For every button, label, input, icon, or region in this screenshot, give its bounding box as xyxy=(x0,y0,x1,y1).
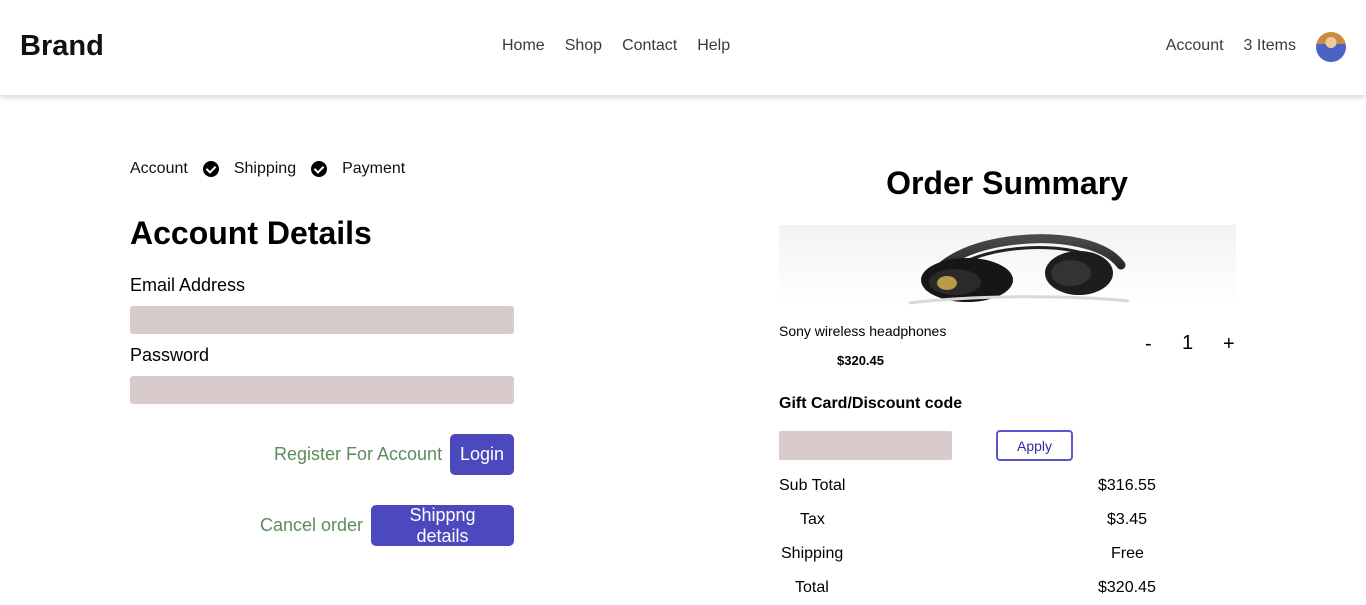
shipping-details-button[interactable]: Shippng details xyxy=(371,505,514,546)
shipping-label: Shipping xyxy=(781,545,844,562)
top-navbar: Brand Home Shop Contact Help Account 3 I… xyxy=(0,0,1366,95)
email-label: Email Address xyxy=(130,275,246,295)
shipping-value: Free xyxy=(1111,545,1144,562)
quantity-value: 1 xyxy=(1182,332,1194,354)
cart-items-link[interactable]: 3 Items xyxy=(1244,37,1296,55)
nav-home-link[interactable]: Home xyxy=(502,37,545,55)
account-details-title: Account Details xyxy=(130,215,372,251)
product-price: $320.45 xyxy=(837,353,884,368)
check-circle-icon xyxy=(311,161,328,177)
apply-code-button[interactable]: Apply xyxy=(996,430,1073,461)
total-label: Total xyxy=(795,579,829,596)
headphones-image xyxy=(779,225,1236,305)
password-label: Password xyxy=(130,345,210,365)
step-shipping: Shipping xyxy=(233,160,297,177)
cancel-order-link[interactable]: Cancel order xyxy=(260,515,363,536)
nav-contact-link[interactable]: Contact xyxy=(622,37,677,55)
check-circle-icon xyxy=(202,161,219,177)
product-name: Sony wireless headphones xyxy=(779,323,947,339)
step-account: Account xyxy=(130,160,188,177)
quantity-increase-button[interactable]: + xyxy=(1223,333,1235,356)
main-nav: Home Shop Contact Help xyxy=(502,37,730,55)
quantity-decrease-button[interactable]: - xyxy=(1145,333,1152,356)
account-link[interactable]: Account xyxy=(1166,37,1224,55)
gift-card-label: Gift Card/Discount code xyxy=(779,395,963,412)
user-avatar-icon[interactable] xyxy=(1316,32,1346,62)
login-button[interactable]: Login xyxy=(450,434,514,475)
email-field[interactable] xyxy=(130,306,514,334)
password-field[interactable] xyxy=(130,376,514,404)
checkout-steps: Account Shipping Payment xyxy=(130,160,405,178)
tax-label: Tax xyxy=(800,511,825,528)
nav-shop-link[interactable]: Shop xyxy=(565,37,602,55)
subtotal-label: Sub Total xyxy=(779,477,846,494)
brand-logo[interactable]: Brand xyxy=(20,30,104,63)
order-summary-title: Order Summary xyxy=(886,165,1128,201)
total-value: $320.45 xyxy=(1098,579,1156,596)
nav-right: Account 3 Items xyxy=(1166,37,1296,55)
register-account-link[interactable]: Register For Account xyxy=(274,444,442,465)
tax-value: $3.45 xyxy=(1107,511,1148,528)
step-payment: Payment xyxy=(342,160,406,177)
gift-card-input[interactable] xyxy=(779,431,952,460)
nav-help-link[interactable]: Help xyxy=(697,37,730,55)
subtotal-value: $316.55 xyxy=(1098,477,1156,494)
headphones-icon xyxy=(908,234,1130,305)
